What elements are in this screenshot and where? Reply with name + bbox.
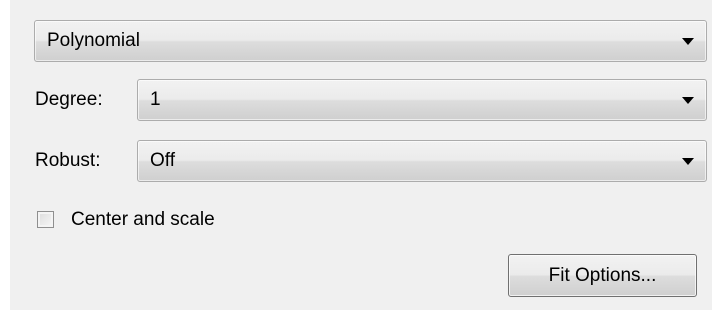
chevron-down-icon bbox=[682, 38, 694, 45]
degree-label: Degree: bbox=[35, 89, 103, 110]
chevron-down-icon bbox=[682, 97, 694, 104]
fit-options-button[interactable]: Fit Options... bbox=[508, 254, 697, 297]
center-and-scale-checkbox[interactable] bbox=[37, 211, 54, 228]
degree-value: 1 bbox=[150, 89, 161, 110]
robust-value: Off bbox=[150, 150, 175, 171]
fit-type-dropdown[interactable]: Polynomial bbox=[34, 20, 707, 62]
robust-label: Robust: bbox=[35, 150, 101, 171]
chevron-down-icon bbox=[682, 158, 694, 165]
center-and-scale-label[interactable]: Center and scale bbox=[71, 208, 215, 232]
fit-type-value: Polynomial bbox=[47, 30, 140, 51]
fit-settings-panel: Polynomial Degree: 1 Robust: Off Center … bbox=[10, 0, 712, 310]
degree-dropdown[interactable]: 1 bbox=[137, 79, 707, 121]
robust-dropdown[interactable]: Off bbox=[137, 140, 707, 182]
